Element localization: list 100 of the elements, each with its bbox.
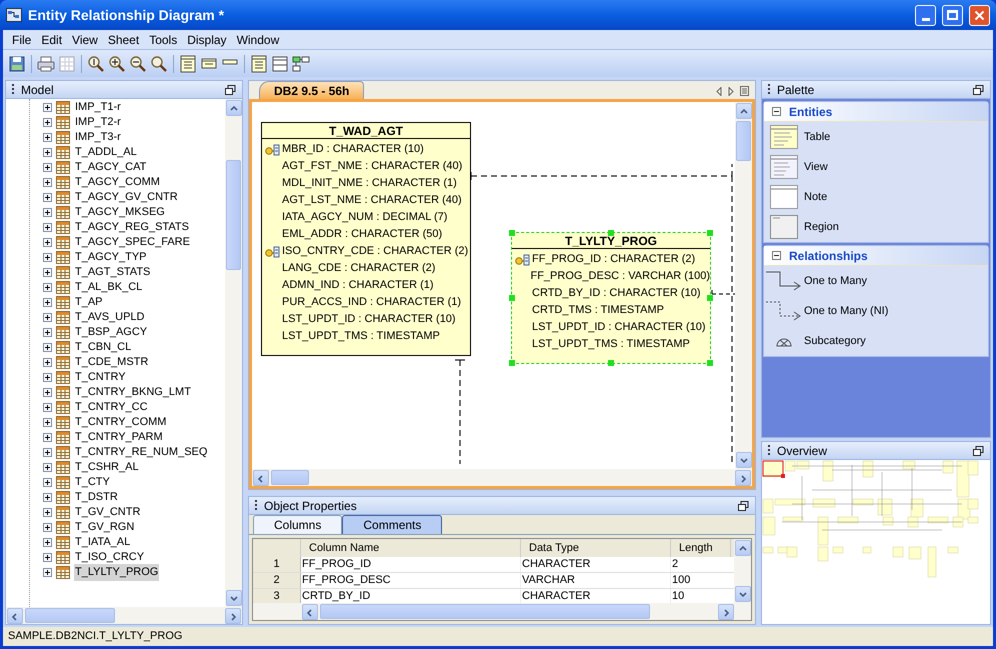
palette-item[interactable]: Subcategory: [804, 332, 866, 350]
restore-icon[interactable]: [973, 84, 984, 94]
expand-toggle[interactable]: [43, 313, 52, 322]
tree-item[interactable]: T_CNTRY_COMM: [74, 414, 168, 431]
zoom-out-icon[interactable]: [128, 54, 148, 74]
relationship-line[interactable]: [470, 164, 732, 180]
table-icon[interactable]: [270, 54, 290, 74]
scroll-left-button[interactable]: [302, 604, 318, 620]
next-icon[interactable]: [728, 86, 734, 96]
tree-item[interactable]: T_AGCY_GV_CNTR: [74, 189, 179, 206]
palette-item[interactable]: Region: [804, 218, 839, 236]
zoom-fit-icon[interactable]: [149, 54, 169, 74]
tree-item[interactable]: T_AGCY_COMM: [74, 174, 161, 191]
horizontal-scrollbar[interactable]: [301, 603, 735, 620]
expand-toggle[interactable]: [43, 373, 52, 382]
scroll-right-button[interactable]: [718, 604, 734, 620]
tree-item[interactable]: T_AGCY_REG_STATS: [74, 219, 190, 236]
expand-toggle[interactable]: [43, 103, 52, 112]
expand-toggle[interactable]: [43, 268, 52, 277]
vertical-scrollbar[interactable]: [225, 99, 242, 607]
menu-item[interactable]: View: [67, 30, 103, 48]
menu-item[interactable]: Sheet: [102, 30, 144, 48]
tree-item[interactable]: T_AGCY_TYP: [74, 249, 148, 266]
expand-toggle[interactable]: [43, 208, 52, 217]
vertical-scrollbar[interactable]: [734, 539, 751, 603]
tree-item[interactable]: T_IATA_AL: [74, 534, 132, 551]
scroll-left-button[interactable]: [7, 608, 23, 624]
expand-toggle[interactable]: [43, 223, 52, 232]
selection-handle[interactable]: [509, 360, 515, 366]
selection-handle[interactable]: [707, 360, 713, 366]
expand-toggle[interactable]: [43, 508, 52, 517]
scroll-right-button[interactable]: [735, 470, 751, 486]
previous-icon[interactable]: [716, 86, 722, 96]
tree-item[interactable]: T_DSTR: [74, 489, 119, 506]
palette-item[interactable]: Note: [804, 188, 828, 206]
scroll-thumb[interactable]: [271, 470, 309, 485]
tree-item[interactable]: T_BSP_AGCY: [74, 324, 148, 341]
scroll-thumb[interactable]: [320, 604, 650, 619]
tree-item[interactable]: T_AGCY_SPEC_FARE: [74, 234, 191, 251]
tree-item[interactable]: T_CNTRY_PARM: [74, 429, 164, 446]
tree-item[interactable]: T_CSHR_AL: [74, 459, 140, 476]
tree-item[interactable]: T_CTY: [74, 474, 111, 491]
minimize-button[interactable]: [915, 4, 936, 26]
palette-section-header[interactable]: Relationships: [764, 246, 988, 266]
expand-toggle[interactable]: [43, 463, 52, 472]
expand-toggle[interactable]: [43, 343, 52, 352]
tree-item[interactable]: IMP_T3-r: [74, 129, 122, 146]
tree-item[interactable]: T_AGCY_CAT: [74, 159, 148, 176]
expand-toggle[interactable]: [43, 298, 52, 307]
scroll-up-button[interactable]: [226, 100, 242, 116]
expand-toggle[interactable]: [43, 538, 52, 547]
expand-toggle[interactable]: [43, 418, 52, 427]
selection-handle[interactable]: [707, 230, 713, 236]
tree-item[interactable]: T_CDE_MSTR: [74, 354, 150, 371]
expand-toggle[interactable]: [43, 163, 52, 172]
horizontal-scrollbar[interactable]: [6, 607, 242, 624]
tree-item[interactable]: T_GV_RGN: [74, 519, 136, 536]
expand-toggle[interactable]: [43, 178, 52, 187]
scroll-thumb[interactable]: [25, 608, 115, 623]
relationship-icon[interactable]: [291, 54, 311, 74]
tree-item[interactable]: T_CNTRY_CC: [74, 399, 149, 416]
tree-item[interactable]: T_CNTRY: [74, 369, 127, 386]
tree-item[interactable]: IMP_T1-r: [74, 99, 122, 116]
tree-item[interactable]: T_GV_CNTR: [74, 504, 142, 521]
selection-handle[interactable]: [509, 230, 515, 236]
tree-item[interactable]: T_CBN_CL: [74, 339, 132, 356]
tree-item[interactable]: T_AVS_UPLD: [74, 309, 146, 326]
selection-handle[interactable]: [608, 230, 614, 236]
tree-item[interactable]: T_AP: [74, 294, 104, 311]
scroll-thumb[interactable]: [736, 121, 751, 161]
collapse-icon[interactable]: [772, 251, 781, 260]
expand-toggle[interactable]: [43, 148, 52, 157]
tree-item[interactable]: T_CNTRY_BKNG_LMT: [74, 384, 192, 401]
print-icon[interactable]: [36, 54, 56, 74]
scroll-thumb[interactable]: [226, 160, 241, 270]
palette-item[interactable]: View: [804, 158, 828, 176]
tree-item[interactable]: T_CNTRY_RE_NUM_SEQ: [74, 444, 208, 461]
column-header[interactable]: Column Name: [301, 539, 521, 557]
zoom-in-icon[interactable]: [107, 54, 127, 74]
save-icon[interactable]: [7, 54, 27, 74]
scroll-up-button[interactable]: [735, 540, 751, 556]
scroll-down-button[interactable]: [226, 590, 242, 606]
tree-item[interactable]: T_AL_BK_CL: [74, 279, 144, 296]
expand-toggle[interactable]: [43, 253, 52, 262]
expand-toggle[interactable]: [43, 238, 52, 247]
selection-handle[interactable]: [608, 360, 614, 366]
scroll-left-button[interactable]: [253, 470, 269, 486]
expand-toggle[interactable]: [43, 553, 52, 562]
expand-toggle[interactable]: [43, 568, 52, 577]
list-icon[interactable]: [740, 86, 749, 96]
diagram-tab[interactable]: DB2 9.5 - 56h: [259, 81, 364, 99]
relationship-line[interactable]: [454, 360, 466, 464]
scroll-down-button[interactable]: [736, 452, 752, 468]
horizontal-scrollbar[interactable]: [252, 469, 752, 486]
palette-item[interactable]: One to Many: [804, 272, 867, 290]
scroll-up-button[interactable]: [736, 103, 752, 119]
column-header[interactable]: Data Type: [521, 539, 671, 557]
expand-toggle[interactable]: [43, 403, 52, 412]
expand-toggle[interactable]: [43, 433, 52, 442]
maximize-button[interactable]: [942, 4, 963, 26]
